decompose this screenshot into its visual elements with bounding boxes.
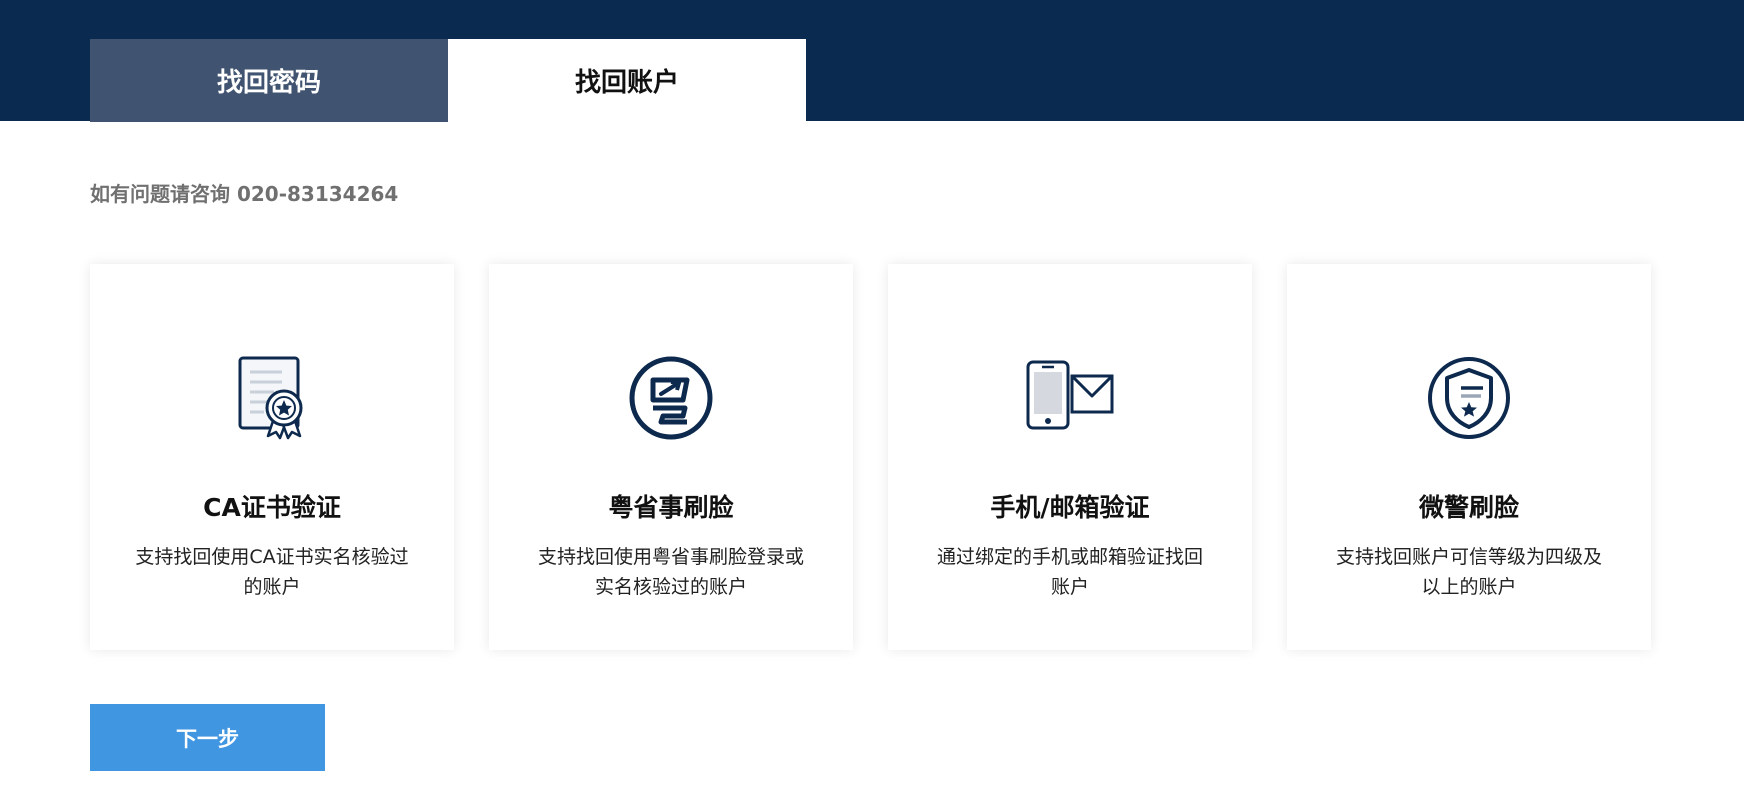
card-description: 支持找回账户可信等级为四级及以上的账户 bbox=[1335, 546, 1602, 598]
verification-methods: CA证书验证 支持找回使用CA证书实名核验过的账户 粤省事刷脸 支持找回使用粤省… bbox=[90, 264, 1651, 650]
card-description: 支持找回使用CA证书实名核验过的账户 bbox=[135, 546, 409, 598]
contact-info: 如有问题请咨询 020-83134264 bbox=[90, 182, 399, 206]
tab-recover-password[interactable]: 找回密码 bbox=[90, 39, 448, 122]
next-step-button[interactable]: 下一步 bbox=[90, 704, 325, 771]
card-description: 支持找回使用粤省事刷脸登录或实名核验过的账户 bbox=[537, 546, 804, 598]
tab-recover-account[interactable]: 找回账户 bbox=[448, 39, 806, 122]
card-title: 手机/邮箱验证 bbox=[990, 493, 1150, 522]
card-title: CA证书验证 bbox=[203, 493, 341, 522]
card-weijing-face[interactable]: 微警刷脸 支持找回账户可信等级为四级及以上的账户 bbox=[1287, 264, 1651, 650]
card-phone-email[interactable]: 手机/邮箱验证 通过绑定的手机或邮箱验证找回账户 bbox=[888, 264, 1252, 650]
card-title: 微警刷脸 bbox=[1418, 493, 1519, 522]
recovery-tabs: 找回密码 找回账户 bbox=[90, 39, 806, 122]
card-title: 粤省事刷脸 bbox=[608, 493, 734, 522]
certificate-icon bbox=[224, 350, 320, 446]
police-shield-icon bbox=[1421, 350, 1517, 446]
card-ca-certificate[interactable]: CA证书验证 支持找回使用CA证书实名核验过的账户 bbox=[90, 264, 454, 650]
phone-mail-icon bbox=[1022, 350, 1118, 446]
card-description: 通过绑定的手机或邮箱验证找回账户 bbox=[936, 546, 1203, 598]
yueshengshi-logo-icon bbox=[623, 350, 719, 446]
card-yueshengshi-face[interactable]: 粤省事刷脸 支持找回使用粤省事刷脸登录或实名核验过的账户 bbox=[489, 264, 853, 650]
